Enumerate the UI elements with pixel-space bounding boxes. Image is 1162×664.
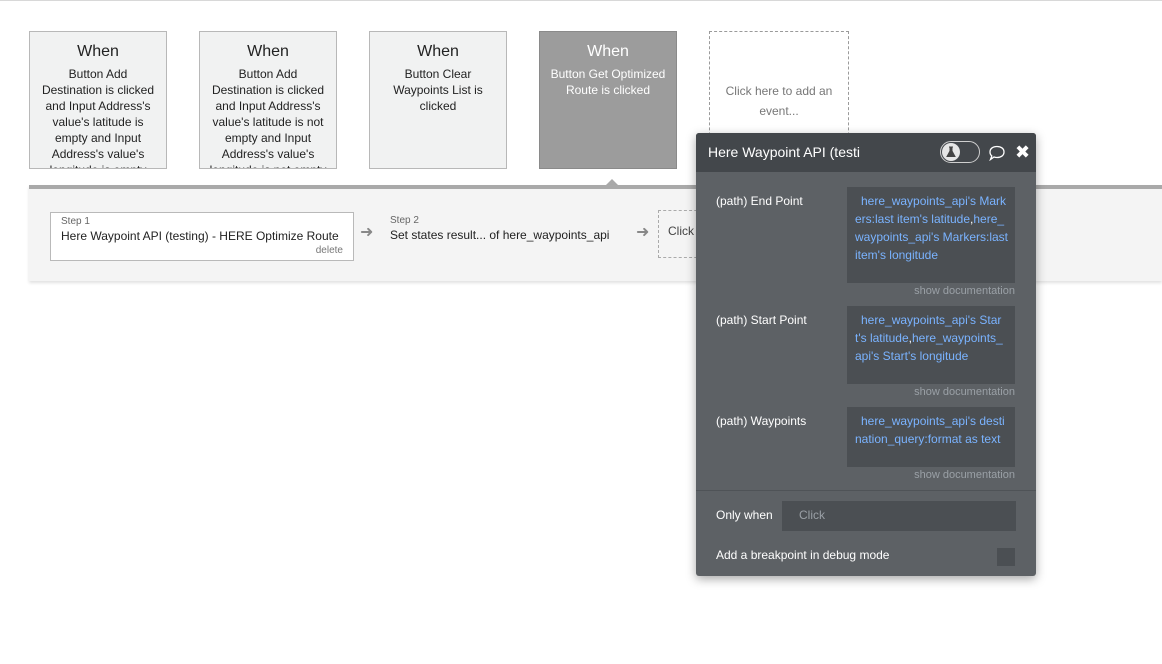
breakpoint-label: Add a breakpoint in debug mode [716, 548, 890, 562]
event-when-label: When [247, 43, 289, 60]
show-documentation-link[interactable]: show documentation [914, 386, 1015, 398]
waypoints-expression[interactable]: here_waypoints_api's destination_query:f… [847, 407, 1015, 467]
arrow-right-icon: ➜ [636, 224, 650, 241]
top-rule [0, 0, 1162, 1]
panel-title: Here Waypoint API (testi [708, 144, 860, 160]
expression-part[interactable]: here_waypoints_api's destination_query:f… [855, 414, 1005, 446]
add-step-label: Click [668, 224, 694, 238]
step-number: Step 1 [61, 216, 90, 227]
event-card-clear-waypoints[interactable]: When Button Clear Waypoints List is clic… [369, 31, 507, 169]
step-number: Step 2 [390, 215, 419, 226]
event-card-get-optimized-route[interactable]: When Button Get Optimized Route is click… [539, 31, 677, 169]
event-description: Button Clear Waypoints List is clicked [393, 67, 483, 113]
event-when-label: When [77, 43, 119, 60]
step-2[interactable]: Step 2 Set states result... of here_wayp… [390, 212, 640, 261]
step-title: Here Waypoint API (testing) - HERE Optim… [61, 229, 339, 243]
only-when-input[interactable]: Click [782, 501, 1016, 531]
show-documentation-link[interactable]: show documentation [914, 469, 1015, 481]
panel-divider [696, 490, 1036, 491]
step-title: Set states result... of here_waypoints_a… [390, 228, 610, 242]
show-documentation-link[interactable]: show documentation [914, 285, 1015, 297]
breakpoint-checkbox[interactable] [997, 548, 1015, 566]
event-card-add-destination-not-empty[interactable]: When Button Add Destination is clicked a… [199, 31, 337, 169]
delete-step-link[interactable]: delete [316, 245, 343, 256]
event-when-label: When [417, 43, 459, 60]
event-when-label: When [587, 43, 629, 60]
start-point-label: (path) Start Point [716, 313, 807, 327]
panel-header: Here Waypoint API (testi ✖ [696, 133, 1036, 172]
flask-icon [942, 143, 960, 161]
test-mode-toggle[interactable] [940, 141, 980, 163]
only-when-label: Only when [716, 508, 773, 522]
close-icon[interactable]: ✖ [1015, 143, 1030, 161]
only-when-placeholder: Click [799, 508, 825, 522]
event-description: Button Add Destination is clicked and In… [210, 67, 327, 168]
end-point-label: (path) End Point [716, 194, 803, 208]
event-card-add-destination-empty[interactable]: When Button Add Destination is clicked a… [29, 31, 167, 169]
arrow-right-icon: ➜ [360, 224, 374, 241]
comment-icon[interactable] [988, 145, 1006, 161]
event-description: Button Add Destination is clicked and In… [41, 67, 155, 168]
action-properties-panel: Here Waypoint API (testi ✖ (path) End Po… [696, 133, 1036, 576]
end-point-expression[interactable]: here_waypoints_api's Markers:last item's… [847, 187, 1015, 283]
waypoints-label: (path) Waypoints [716, 414, 807, 428]
start-point-expression[interactable]: here_waypoints_api's Start's latitude,he… [847, 306, 1015, 384]
event-description: Button Get Optimized Route is clicked [550, 67, 666, 97]
add-event-label: Click here to add an event... [725, 84, 833, 118]
step-1[interactable]: Step 1 Here Waypoint API (testing) - HER… [50, 212, 354, 261]
